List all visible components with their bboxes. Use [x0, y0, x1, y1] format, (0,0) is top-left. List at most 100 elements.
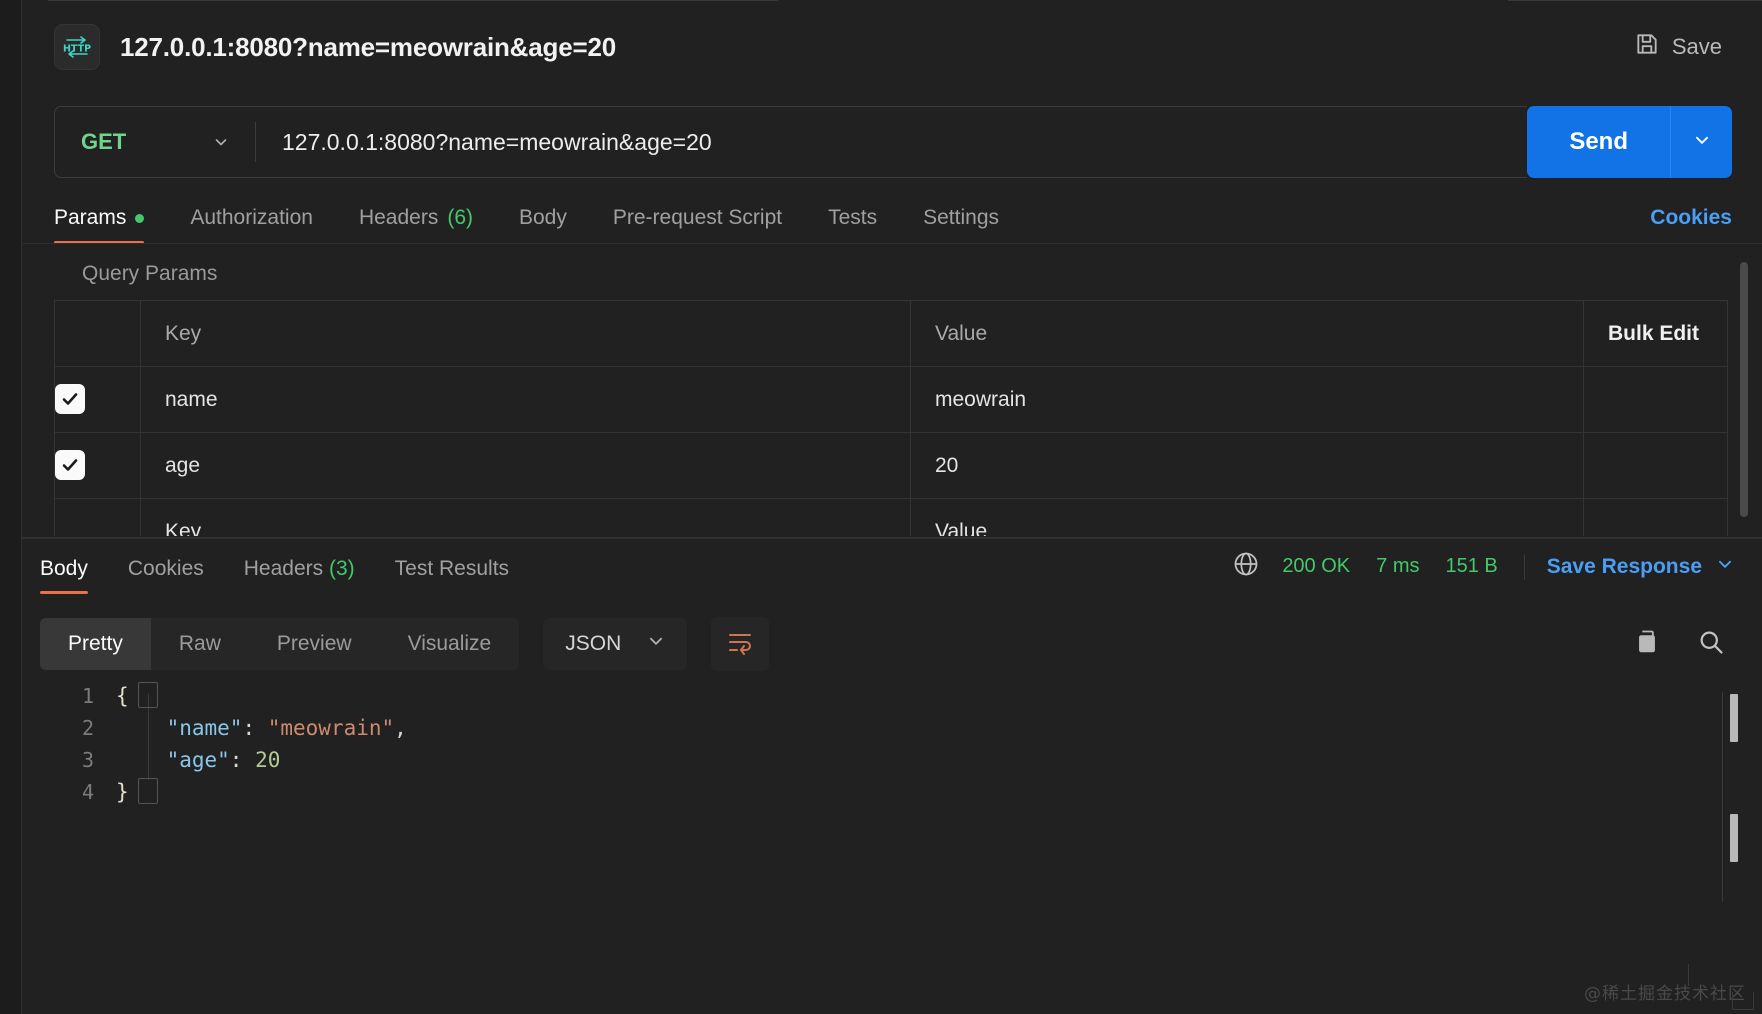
row-actions-cell	[1584, 433, 1728, 499]
tab-headers-count: (6)	[447, 206, 473, 230]
body-format-label: JSON	[565, 632, 621, 656]
line-number: 1	[62, 680, 116, 712]
empty-row-actions-cell	[1584, 499, 1728, 537]
row-key-cell[interactable]: age	[141, 433, 911, 499]
send-options-button[interactable]	[1670, 106, 1732, 178]
floppy-disk-icon	[1634, 31, 1660, 63]
response-tab-cookies[interactable]: Cookies	[128, 557, 204, 594]
header-checkbox-cell	[55, 301, 141, 367]
tab-settings[interactable]: Settings	[923, 206, 999, 244]
code-scrollbar-thumb-top[interactable]	[1730, 694, 1738, 742]
method-selector[interactable]: GET	[55, 107, 255, 177]
json-colon: :	[242, 712, 267, 744]
chevron-down-icon	[1693, 131, 1711, 154]
svg-text:HTTP: HTTP	[63, 44, 91, 55]
tab-tests[interactable]: Tests	[828, 206, 877, 244]
json-comma: ,	[394, 712, 407, 744]
tab-params-label: Params	[54, 206, 126, 230]
body-view-segmented-control: Pretty Raw Preview Visualize	[40, 618, 519, 670]
body-view-pretty[interactable]: Pretty	[40, 618, 151, 670]
query-params-table: Key Value Bulk Edit name meowrain	[54, 300, 1728, 536]
params-scrollbar-thumb[interactable]	[1740, 262, 1748, 517]
response-tab-cookies-label: Cookies	[128, 557, 204, 580]
json-colon: :	[230, 744, 255, 776]
code-line: 1 {	[62, 680, 1762, 712]
query-params-heading: Query Params	[22, 244, 1762, 300]
query-params-panel: Query Params Key Value Bulk Edit name me…	[22, 244, 1762, 536]
status-divider	[1524, 554, 1525, 580]
request-tab-bar: Params Authorization Headers (6) Body Pr…	[22, 190, 1762, 244]
body-view-raw[interactable]: Raw	[151, 618, 249, 670]
send-button[interactable]: Send	[1527, 106, 1670, 178]
chevron-down-icon	[647, 632, 665, 656]
row-value-cell[interactable]: 20	[911, 433, 1584, 499]
request-title-bar: HTTP 127.0.0.1:8080?name=meowrain&age=20…	[22, 3, 1762, 91]
word-wrap-toggle-button[interactable]	[711, 617, 769, 671]
watermark-text: @稀土掘金技术社区	[1584, 979, 1746, 1004]
globe-icon[interactable]	[1232, 550, 1260, 583]
response-tab-test-results[interactable]: Test Results	[395, 557, 509, 594]
postman-request-response-window: HTTP 127.0.0.1:8080?name=meowrain&age=20…	[0, 0, 1762, 1014]
url-input[interactable]	[256, 107, 1527, 177]
save-button[interactable]: Save	[1624, 25, 1732, 69]
search-response-button[interactable]	[1688, 621, 1734, 667]
json-key: "age"	[116, 744, 230, 776]
tab-pre-request-script[interactable]: Pre-request Script	[613, 206, 782, 244]
code-line: 3 "age" : 20	[62, 744, 1762, 776]
row-actions-cell	[1584, 367, 1728, 433]
url-input-wrapper: GET	[54, 106, 1527, 178]
save-response-button[interactable]: Save Response	[1547, 555, 1734, 579]
chevron-down-icon	[1716, 555, 1734, 579]
tab-headers-label: Headers	[359, 206, 438, 230]
copy-response-button[interactable]	[1624, 621, 1670, 667]
line-content: {	[116, 680, 129, 712]
tab-params[interactable]: Params	[54, 206, 144, 244]
request-response-divider[interactable]	[22, 537, 1762, 539]
line-number: 3	[62, 744, 116, 776]
row-checkbox-checked-icon[interactable]	[55, 450, 85, 480]
code-line: 2 "name" : "meowrain" ,	[62, 712, 1762, 744]
response-tab-headers-label: Headers	[244, 557, 323, 580]
empty-row-key-placeholder[interactable]: Key	[141, 499, 911, 537]
response-tab-headers-count: (3)	[329, 557, 355, 580]
code-scrollbar-thumb-bottom[interactable]	[1730, 814, 1738, 862]
row-key-cell[interactable]: name	[141, 367, 911, 433]
cookies-link[interactable]: Cookies	[1650, 206, 1732, 244]
empty-row-value-placeholder[interactable]: Value	[911, 499, 1584, 537]
line-content: }	[116, 776, 129, 808]
tab-settings-label: Settings	[923, 206, 999, 230]
url-row: GET Send	[22, 100, 1762, 184]
watermark-corner-mark	[1732, 992, 1754, 1010]
left-sidebar-rail	[0, 0, 22, 1014]
bulk-edit-button[interactable]: Bulk Edit	[1584, 301, 1728, 367]
chevron-down-icon	[213, 134, 229, 150]
response-time: 7 ms	[1376, 555, 1419, 578]
response-tab-headers[interactable]: Headers (3)	[244, 557, 355, 594]
row-checkbox-cell	[55, 367, 141, 433]
word-wrap-icon	[726, 629, 754, 660]
json-key: "name"	[116, 712, 242, 744]
response-body-toolbar: Pretty Raw Preview Visualize JSON	[22, 612, 1762, 676]
body-view-visualize[interactable]: Visualize	[380, 618, 520, 670]
response-tab-body-label: Body	[40, 557, 88, 580]
http-protocol-icon: HTTP	[54, 24, 100, 70]
response-body-code-viewer[interactable]: 1 { 2 "name" : "meowrain" , 3 "age" : 20…	[22, 676, 1762, 1014]
response-tab-body[interactable]: Body	[40, 557, 88, 594]
table-row: age 20	[55, 433, 1728, 499]
tab-body-label: Body	[519, 206, 567, 230]
save-response-label: Save Response	[1547, 555, 1702, 579]
line-number: 4	[62, 776, 116, 808]
tab-headers[interactable]: Headers (6)	[359, 206, 473, 244]
row-checkbox-checked-icon[interactable]	[55, 384, 85, 414]
tab-pre-request-script-label: Pre-request Script	[613, 206, 782, 230]
table-row-empty: Key Value	[55, 499, 1728, 537]
tab-authorization-label: Authorization	[190, 206, 313, 230]
row-value-cell[interactable]: meowrain	[911, 367, 1584, 433]
status-code: 200 OK	[1282, 555, 1350, 578]
page-title: 127.0.0.1:8080?name=meowrain&age=20	[120, 32, 616, 63]
code-lines: 1 { 2 "name" : "meowrain" , 3 "age" : 20…	[62, 676, 1762, 808]
tab-body[interactable]: Body	[519, 206, 567, 244]
body-format-selector[interactable]: JSON	[543, 618, 687, 670]
body-view-preview[interactable]: Preview	[249, 618, 380, 670]
tab-authorization[interactable]: Authorization	[190, 206, 313, 244]
